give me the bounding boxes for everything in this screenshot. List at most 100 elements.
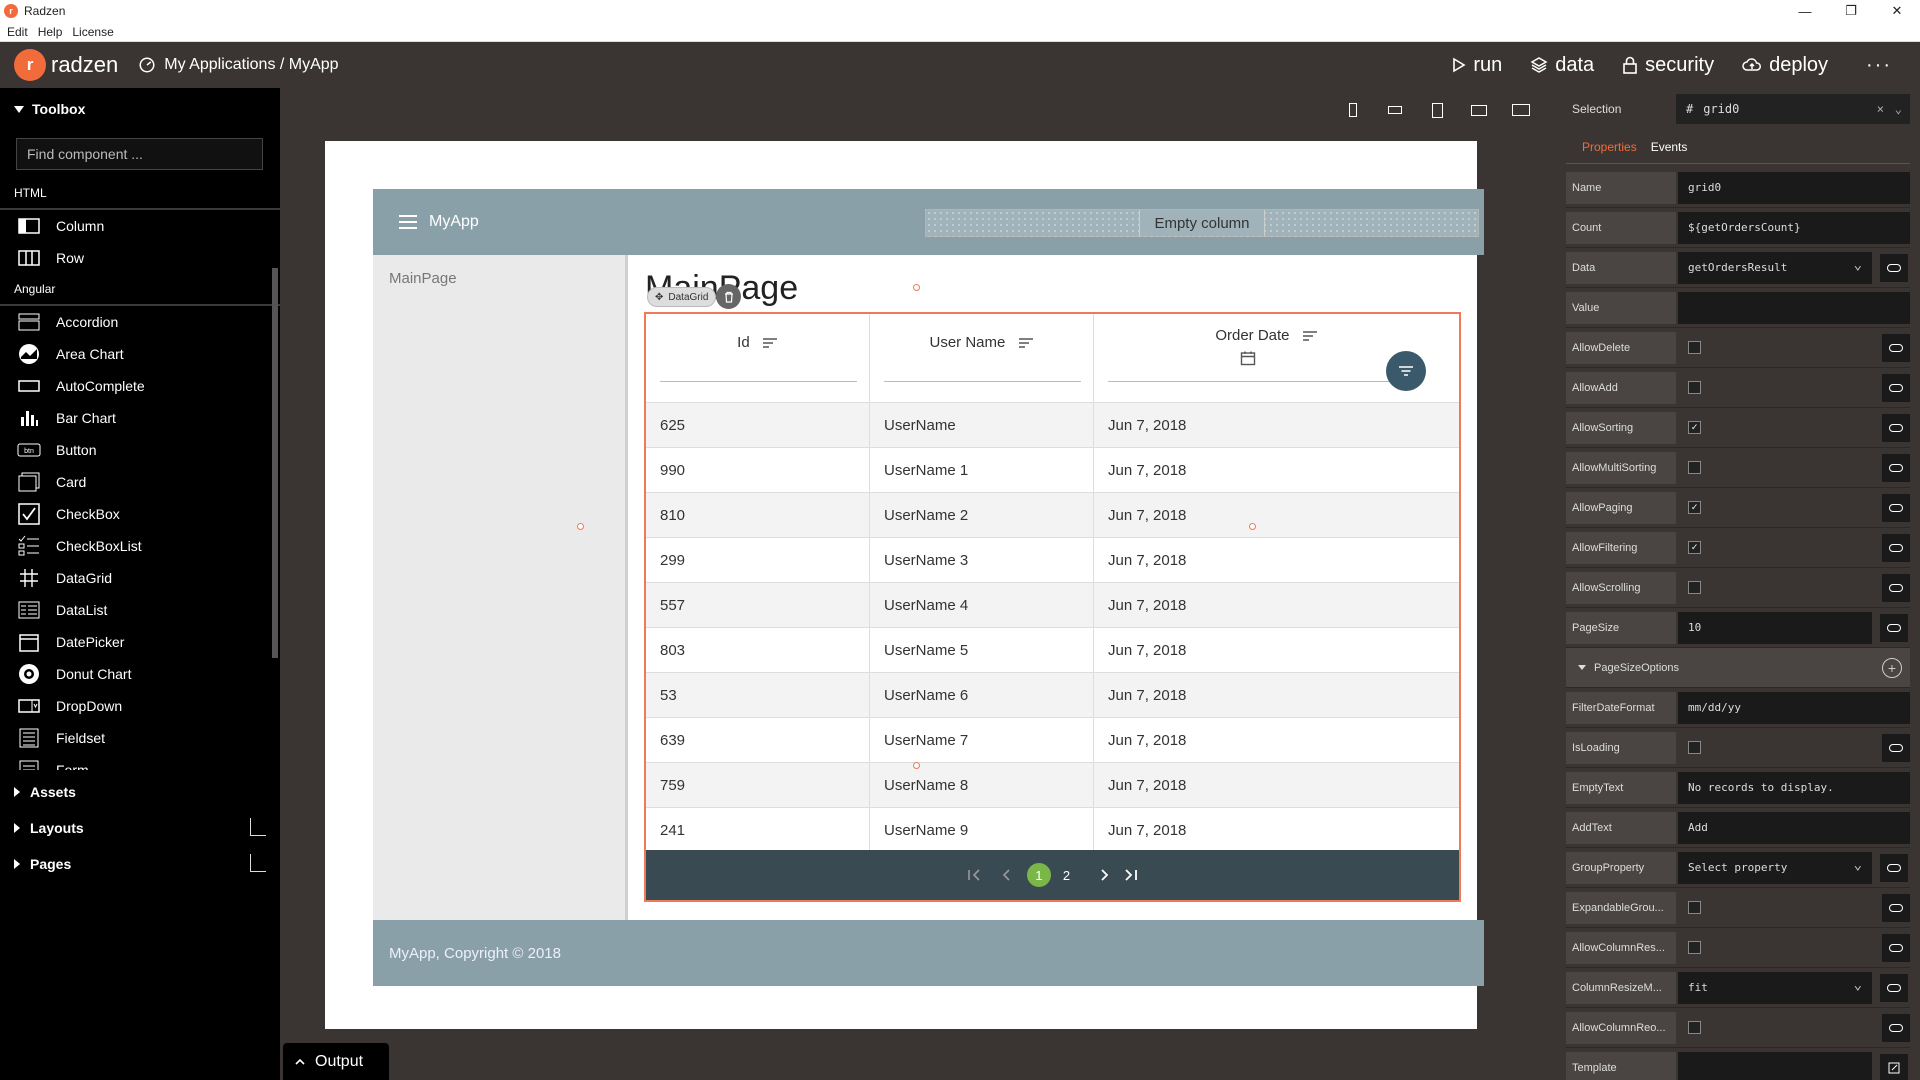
- property-value-filterdateformat[interactable]: mm/dd/yy: [1678, 691, 1910, 724]
- security-button[interactable]: security: [1622, 54, 1714, 77]
- property-value-template[interactable]: [1678, 1051, 1872, 1080]
- property-value-value[interactable]: [1678, 291, 1910, 324]
- property-value-allowdelete[interactable]: [1678, 332, 1874, 364]
- page-1-button[interactable]: 1: [1026, 863, 1051, 887]
- close-button[interactable]: ✕: [1874, 0, 1920, 22]
- toolbox-item-autocomplete[interactable]: AutoComplete: [0, 370, 280, 402]
- property-value-allowcolumnres[interactable]: [1678, 932, 1874, 964]
- column-header-username[interactable]: User Name: [870, 314, 1094, 402]
- more-menu-button[interactable]: ···: [1866, 54, 1892, 77]
- checkbox[interactable]: ✓: [1688, 541, 1701, 554]
- toolbox-scrollbar[interactable]: [272, 268, 278, 658]
- checkbox[interactable]: [1688, 581, 1701, 594]
- table-row[interactable]: 53 UserName 6 Jun 7, 2018: [646, 673, 1459, 718]
- minimize-button[interactable]: —: [1782, 0, 1828, 22]
- property-value-columnresizem[interactable]: fit: [1678, 971, 1872, 1004]
- sort-icon[interactable]: [1302, 330, 1318, 342]
- property-value-groupproperty[interactable]: Select property: [1678, 851, 1872, 884]
- phone-landscape-button[interactable]: [1374, 94, 1416, 126]
- table-row[interactable]: 803 UserName 5 Jun 7, 2018: [646, 628, 1459, 673]
- bind-expression-button[interactable]: [1882, 533, 1910, 562]
- component-label[interactable]: ✥ DataGrid: [647, 287, 717, 307]
- bind-expression-button[interactable]: [1882, 453, 1910, 482]
- filter-input-orderdate[interactable]: [1108, 381, 1405, 382]
- toolbox-item-fieldset[interactable]: Fieldset: [0, 722, 280, 754]
- run-button[interactable]: run: [1452, 54, 1502, 77]
- sort-icon[interactable]: [1018, 337, 1034, 349]
- property-group-pagesizeoptions[interactable]: PageSizeOptions +: [1566, 648, 1910, 688]
- property-value-addtext[interactable]: Add: [1678, 811, 1910, 844]
- property-value-allowcolumnreo[interactable]: [1678, 1012, 1874, 1044]
- property-value-name[interactable]: grid0: [1678, 171, 1910, 204]
- empty-column-placeholder[interactable]: Empty column: [925, 209, 1479, 237]
- property-value-allowscrolling[interactable]: [1678, 572, 1874, 604]
- toolbox-item-donut-chart[interactable]: Donut Chart: [0, 658, 280, 690]
- bind-expression-button[interactable]: [1882, 373, 1910, 402]
- breadcrumb[interactable]: My Applications / MyApp: [138, 56, 339, 74]
- prev-page-button[interactable]: [1001, 869, 1011, 881]
- menu-edit[interactable]: Edit: [7, 25, 28, 39]
- property-value-expandablegrou[interactable]: [1678, 892, 1874, 924]
- chevron-down-icon[interactable]: ⌄: [1895, 102, 1902, 116]
- bind-expression-button[interactable]: [1882, 493, 1910, 522]
- filter-input-id[interactable]: [660, 381, 857, 382]
- column-header-id[interactable]: Id: [646, 314, 870, 402]
- add-page-icon[interactable]: [250, 854, 266, 872]
- bind-expression-button[interactable]: [1882, 573, 1910, 602]
- table-row[interactable]: 810 UserName 2 Jun 7, 2018: [646, 493, 1459, 538]
- edit-template-button[interactable]: [1880, 1053, 1908, 1080]
- bind-expression-button[interactable]: [1882, 413, 1910, 442]
- property-value-emptytext[interactable]: No records to display.: [1678, 771, 1910, 804]
- menu-help[interactable]: Help: [38, 25, 63, 39]
- checkbox[interactable]: [1688, 1021, 1701, 1034]
- column-header-orderdate[interactable]: Order Date: [1094, 314, 1459, 402]
- app-preview-header[interactable]: MyApp Empty column: [373, 189, 1484, 255]
- checkbox[interactable]: [1688, 341, 1701, 354]
- deploy-button[interactable]: deploy: [1742, 54, 1828, 77]
- first-page-button[interactable]: [967, 869, 981, 881]
- checkbox[interactable]: [1688, 461, 1701, 474]
- table-row[interactable]: 990 UserName 1 Jun 7, 2018: [646, 448, 1459, 493]
- toolbox-item-datepicker[interactable]: DatePicker: [0, 626, 280, 658]
- toolbox-item-area-chart[interactable]: Area Chart: [0, 338, 280, 370]
- toolbox-item-datagrid[interactable]: DataGrid: [0, 562, 280, 594]
- property-value-isloading[interactable]: [1678, 732, 1874, 764]
- property-value-allowadd[interactable]: [1678, 372, 1874, 404]
- toolbox-item-accordion[interactable]: Accordion: [0, 306, 280, 338]
- toolbox-item-dropdown[interactable]: DropDown: [0, 690, 280, 722]
- tab-properties[interactable]: Properties: [1582, 140, 1637, 154]
- resize-handle-bottom[interactable]: [913, 762, 920, 769]
- resize-handle-top[interactable]: [913, 284, 920, 291]
- property-value-allowfiltering[interactable]: ✓: [1678, 532, 1874, 564]
- data-button[interactable]: data: [1530, 54, 1594, 77]
- bind-expression-button[interactable]: [1882, 933, 1910, 962]
- table-row[interactable]: 625 UserName Jun 7, 2018: [646, 403, 1459, 448]
- desktop-button[interactable]: [1500, 94, 1542, 126]
- calendar-icon[interactable]: [1240, 350, 1256, 366]
- menu-license[interactable]: License: [72, 25, 113, 39]
- add-layout-icon[interactable]: [250, 818, 266, 836]
- toolbox-item-column[interactable]: Column: [0, 210, 280, 242]
- property-value-pagesize[interactable]: 10: [1678, 611, 1872, 644]
- bind-expression-button[interactable]: [1880, 973, 1908, 1002]
- table-row[interactable]: 557 UserName 4 Jun 7, 2018: [646, 583, 1459, 628]
- find-component-input[interactable]: Find component ...: [16, 138, 263, 170]
- page-2-button[interactable]: 2: [1063, 868, 1070, 883]
- clear-selection-icon[interactable]: ×: [1877, 102, 1884, 116]
- property-value-allowsorting[interactable]: ✓: [1678, 412, 1874, 444]
- resize-handle-right[interactable]: [1249, 523, 1256, 530]
- phone-portrait-button[interactable]: [1332, 94, 1374, 126]
- toolbox-item-checkbox[interactable]: CheckBox: [0, 498, 280, 530]
- checkbox[interactable]: ✓: [1688, 421, 1701, 434]
- toolbox-item-bar-chart[interactable]: Bar Chart: [0, 402, 280, 434]
- toolbox-item-checkboxlist[interactable]: CheckBoxList: [0, 530, 280, 562]
- checkbox[interactable]: ✓: [1688, 501, 1701, 514]
- toolbox-item-card[interactable]: Card: [0, 466, 280, 498]
- data-grid[interactable]: Id User Name Order Date 625 UserName Jun…: [644, 312, 1461, 902]
- sidebar-item-mainpage[interactable]: MainPage: [389, 270, 625, 287]
- property-value-data[interactable]: getOrdersResult: [1678, 251, 1872, 284]
- bind-expression-button[interactable]: [1880, 613, 1908, 642]
- toolbox-item-button[interactable]: btn Button: [0, 434, 280, 466]
- bind-expression-button[interactable]: [1880, 253, 1908, 282]
- table-row[interactable]: 639 UserName 7 Jun 7, 2018: [646, 718, 1459, 763]
